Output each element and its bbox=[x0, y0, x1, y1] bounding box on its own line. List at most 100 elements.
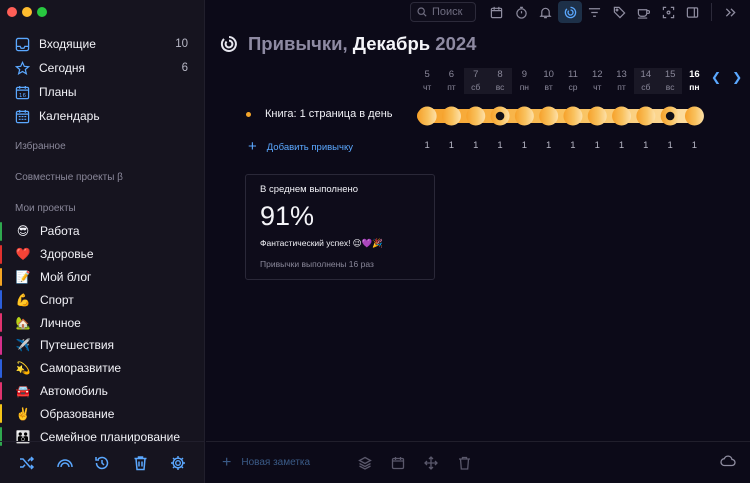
project-label: Здоровье bbox=[40, 247, 94, 262]
project-item[interactable]: 😎 Работа bbox=[0, 220, 204, 243]
plus-icon: + bbox=[222, 453, 232, 471]
project-emoji-icon: ✌️ bbox=[15, 406, 31, 421]
search-placeholder: Поиск bbox=[432, 6, 463, 18]
day-completion-count: 1 bbox=[594, 140, 600, 151]
day-column-header: 16 пн bbox=[682, 68, 706, 94]
sidebar-toggle-icon[interactable] bbox=[681, 1, 705, 23]
sidebar-item-today[interactable]: Сегодня 6 bbox=[0, 56, 204, 80]
day-column-header: 8 вс bbox=[487, 68, 513, 94]
calendar-icon[interactable] bbox=[387, 452, 409, 474]
chevron-left-icon[interactable]: ❮ bbox=[711, 70, 721, 84]
sidebar-item-calendar[interactable]: Календарь bbox=[0, 104, 204, 128]
sidebar-footer bbox=[0, 441, 205, 483]
bell-icon[interactable] bbox=[534, 1, 558, 23]
project-item[interactable]: ✌️ Образование bbox=[0, 402, 204, 425]
habit-color-dot bbox=[246, 111, 251, 117]
scan-icon[interactable] bbox=[656, 1, 680, 23]
shuffle-icon[interactable] bbox=[17, 453, 37, 473]
day-weekday: вс bbox=[665, 82, 675, 92]
day-weekday: сб bbox=[641, 82, 651, 92]
sidebar-item-label: Сегодня bbox=[39, 61, 85, 75]
stats-message: Фантастический успех! 😉💜🎉 bbox=[260, 238, 383, 248]
tag-icon[interactable] bbox=[607, 1, 631, 23]
habit-streak-chain[interactable] bbox=[415, 104, 707, 128]
bottom-toolbar: + Новая заметка bbox=[206, 441, 750, 483]
trash-icon[interactable] bbox=[130, 453, 150, 473]
day-weekday: пн bbox=[519, 82, 529, 92]
sidebar-item-inbox[interactable]: Входящие 10 bbox=[0, 32, 204, 56]
project-item[interactable]: ❤️ Здоровье bbox=[0, 243, 204, 266]
my-projects-section-label[interactable]: Мои проекты bbox=[15, 203, 76, 214]
day-completion-count: 1 bbox=[424, 140, 430, 151]
project-item[interactable]: 📝 Мой блог bbox=[0, 266, 204, 289]
stats-card: В среднем выполнено 91% Фантастический у… bbox=[245, 174, 435, 280]
habits-icon[interactable] bbox=[558, 1, 582, 23]
day-number: 14 bbox=[640, 69, 652, 80]
rainbow-icon[interactable] bbox=[55, 453, 75, 473]
minimize-window-button[interactable] bbox=[22, 7, 32, 17]
history-icon[interactable] bbox=[92, 453, 112, 473]
project-item[interactable]: 🏡 Личное bbox=[0, 311, 204, 334]
project-item[interactable]: 🚘 Автомобиль bbox=[0, 380, 204, 403]
day-weekday: сб bbox=[471, 82, 481, 92]
sidebar-item-count: 6 bbox=[181, 62, 188, 74]
day-completion-count: 1 bbox=[497, 140, 503, 151]
project-label: Саморазвитие bbox=[40, 361, 122, 376]
chevron-right-icon[interactable]: ❯ bbox=[732, 70, 742, 84]
project-item[interactable]: 💪 Спорт bbox=[0, 288, 204, 311]
new-note-button[interactable]: + Новая заметка bbox=[222, 454, 342, 472]
project-color-bar bbox=[0, 244, 2, 264]
project-color-bar bbox=[0, 313, 2, 332]
cloud-sync-icon[interactable] bbox=[720, 454, 736, 473]
day-completion-count: 1 bbox=[667, 140, 673, 151]
sidebar-item-label: Входящие bbox=[39, 37, 96, 51]
add-habit-button[interactable]: + Добавить привычку bbox=[248, 138, 353, 155]
shared-projects-section-label[interactable]: Совместные проекты β bbox=[15, 172, 123, 183]
day-number: 15 bbox=[664, 69, 676, 80]
project-color-bar bbox=[0, 290, 2, 310]
layers-icon[interactable] bbox=[354, 452, 376, 474]
calendar-view-icon[interactable] bbox=[485, 1, 509, 23]
streak-day-node bbox=[612, 106, 632, 126]
coffee-icon[interactable] bbox=[632, 1, 656, 23]
project-emoji-icon: ❤️ bbox=[15, 247, 31, 262]
day-completion-count: 1 bbox=[570, 140, 576, 151]
project-color-bar bbox=[0, 222, 2, 241]
calendar-icon bbox=[14, 108, 30, 124]
project-item[interactable]: ✈️ Путешествия bbox=[0, 334, 204, 357]
chevrons-right-icon[interactable] bbox=[718, 1, 742, 23]
day-completion-count: 1 bbox=[618, 140, 625, 151]
zoom-window-button[interactable] bbox=[37, 7, 47, 17]
project-item[interactable]: 💫 Саморазвитие bbox=[0, 357, 204, 380]
habit-row[interactable]: Книга: 1 страница в день bbox=[246, 108, 393, 120]
project-label: Работа bbox=[40, 224, 80, 239]
streak-day-node bbox=[563, 106, 583, 126]
day-number: 8 bbox=[497, 69, 503, 80]
project-emoji-icon: 🏡 bbox=[15, 315, 31, 330]
project-label: Автомобиль bbox=[40, 383, 108, 398]
sidebar-item-plans[interactable]: 16 Планы bbox=[0, 80, 204, 104]
timer-icon[interactable] bbox=[509, 1, 533, 23]
day-weekday: пт bbox=[617, 82, 626, 92]
trash-icon[interactable] bbox=[453, 452, 475, 474]
move-icon[interactable] bbox=[420, 452, 442, 474]
streak-day-node bbox=[636, 106, 656, 126]
filter-icon[interactable] bbox=[583, 1, 607, 23]
close-window-button[interactable] bbox=[7, 7, 17, 17]
completion-counts: 1 1 1 1 1 1 1 1 1 1 1 1 bbox=[415, 140, 707, 151]
add-habit-label: Добавить привычку bbox=[266, 142, 353, 153]
day-column-header: 6 пт bbox=[439, 68, 463, 94]
page-title: Привычки, Декабрь 2024 bbox=[248, 33, 476, 55]
favorites-section-label[interactable]: Избранное bbox=[15, 141, 66, 152]
streak-day-node bbox=[417, 106, 437, 126]
day-number: 6 bbox=[448, 69, 455, 80]
search-input[interactable]: Поиск bbox=[410, 2, 476, 22]
day-weekday: вт bbox=[544, 82, 553, 92]
habits-icon bbox=[220, 35, 238, 53]
day-weekday: ср bbox=[568, 82, 578, 92]
gear-icon[interactable] bbox=[168, 453, 188, 473]
day-weekday: пт bbox=[447, 82, 456, 92]
day-number: 5 bbox=[424, 69, 430, 80]
period-navigation: ❮ ❯ bbox=[711, 70, 742, 84]
day-completion-count: 1 bbox=[545, 140, 552, 151]
